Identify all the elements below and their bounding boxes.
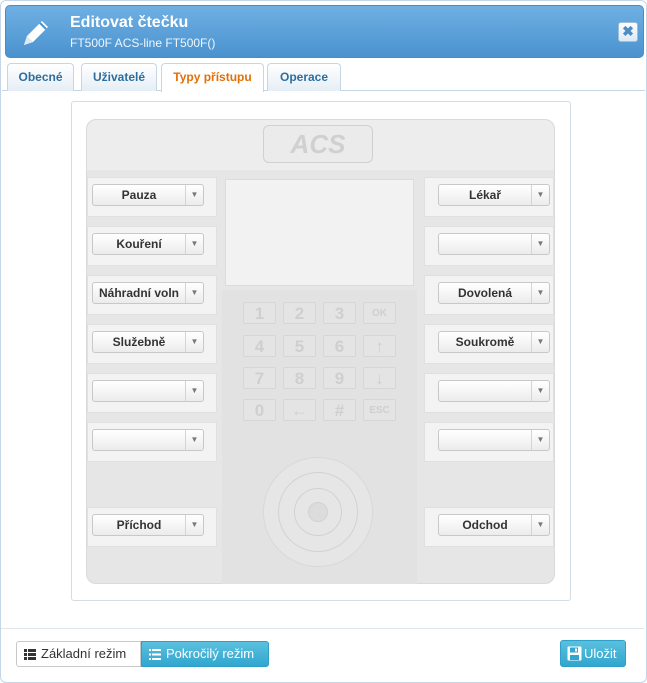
keypad-key: ↓ [363,367,396,389]
right-access-type-select-7[interactable]: Odchod ▼ [438,514,550,536]
right-access-type-select-1[interactable]: Lékař ▼ [438,184,550,206]
acs-logo: ACS [263,125,373,163]
keypad-key: OK [363,302,396,324]
device-display [225,179,414,286]
select-value [93,381,185,401]
dialog-subtitle: FT500F ACS-line FT500F() [70,36,216,50]
pencil-icon [24,21,48,45]
keypad-key: 9 [323,367,356,389]
chevron-down-icon: ▼ [185,515,203,535]
dialog-titlebar: Editovat čtečku FT500F ACS-line FT500F()… [5,5,644,58]
select-value: Pauza [121,188,157,202]
select-value: Kouření [116,237,162,251]
keypad-key: 1 [243,302,276,324]
chevron-down-icon: ▼ [531,332,549,352]
tab-operations[interactable]: Operace [267,63,341,91]
select-value: Příchod [116,518,162,532]
keypad-key: ← [283,399,316,421]
left-access-type-select-2[interactable]: Kouření ▼ [92,233,204,255]
right-access-type-select-5[interactable]: ▼ [438,380,550,402]
keypad-key: 6 [323,335,356,357]
tab-access-types[interactable]: Typy přístupu [161,63,264,92]
list-icon [149,649,161,660]
chevron-down-icon: ▼ [185,332,203,352]
select-value: Soukromě [455,335,515,349]
chevron-down-icon: ▼ [185,185,203,205]
keypad-key: 8 [283,367,316,389]
right-access-type-select-3[interactable]: Dovolená ▼ [438,282,550,304]
select-value [93,430,185,450]
select-value: Dovolená [457,286,512,300]
chevron-down-icon: ▼ [531,381,549,401]
keypad-key: ↑ [363,335,396,357]
tab-general[interactable]: Obecné [7,63,74,91]
close-icon[interactable]: ✖ [618,22,638,42]
right-access-type-select-2[interactable]: ▼ [438,233,550,255]
left-access-type-select-5[interactable]: ▼ [92,380,204,402]
advanced-mode-button[interactable]: Pokročilý režim [141,641,269,667]
select-value: Lékař [468,188,502,202]
select-value: Náhradní voln [98,286,179,300]
left-access-type-select-6[interactable]: ▼ [92,429,204,451]
chevron-down-icon: ▼ [185,430,203,450]
chevron-down-icon: ▼ [185,381,203,401]
chevron-down-icon: ▼ [531,283,549,303]
select-value: Odchod [462,518,508,532]
floppy-disk-icon [567,646,582,661]
keypad-key: 0 [243,399,276,421]
chevron-down-icon: ▼ [185,234,203,254]
rfid-reader-icon [263,457,373,567]
keypad-key: 3 [323,302,356,324]
tab-users[interactable]: Uživatelé [81,63,157,91]
left-access-type-select-4[interactable]: Služebně ▼ [92,331,204,353]
select-value [439,430,531,450]
list-icon [24,649,36,660]
keypad-key: ESC [363,399,396,421]
select-value [439,381,531,401]
save-label: Uložit [584,646,617,661]
select-value: Služebně [112,335,166,349]
keypad-key: 2 [283,302,316,324]
basic-mode-label: Základní režim [41,646,127,661]
basic-mode-button[interactable]: Základní režim [16,641,141,667]
chevron-down-icon: ▼ [531,185,549,205]
keypad-key: 4 [243,335,276,357]
left-access-type-select-1[interactable]: Pauza ▼ [92,184,204,206]
keypad-key: # [323,399,356,421]
advanced-mode-label: Pokročilý režim [166,646,255,661]
chevron-down-icon: ▼ [531,515,549,535]
tab-bar: Obecné Uživatelé Typy přístupu Operace [2,58,645,92]
left-access-type-select-7[interactable]: Příchod ▼ [92,514,204,536]
chevron-down-icon: ▼ [185,283,203,303]
chevron-down-icon: ▼ [531,234,549,254]
left-access-type-select-3[interactable]: Náhradní voln ▼ [92,282,204,304]
chevron-down-icon: ▼ [531,430,549,450]
keypad-key: 7 [243,367,276,389]
right-access-type-select-6[interactable]: ▼ [438,429,550,451]
right-access-type-select-4[interactable]: Soukromě ▼ [438,331,550,353]
save-button[interactable]: Uložit [560,640,626,667]
keypad-key: 5 [283,335,316,357]
select-value [439,234,531,254]
dialog-title: Editovat čtečku [70,14,189,31]
